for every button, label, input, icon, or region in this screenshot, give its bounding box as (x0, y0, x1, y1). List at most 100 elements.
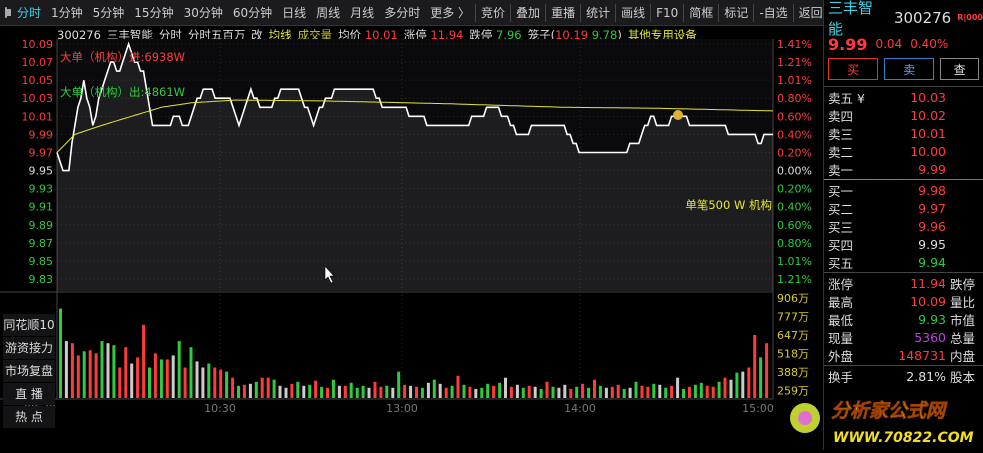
volume-bar (248, 383, 252, 398)
volume-bar (403, 384, 407, 398)
volume-bar (723, 377, 727, 398)
period-tab[interactable]: 分时 (12, 4, 46, 21)
panel-toggle-icon[interactable] (5, 7, 11, 18)
ask-row: 卖四 10.02 (824, 106, 983, 124)
volume-bar (474, 388, 478, 398)
volume-bar (242, 384, 246, 398)
toolbar-action[interactable]: 竞价 (476, 4, 510, 21)
stat-row: 外盘 148731 内盘 (824, 346, 983, 364)
price-tick: 10.03 (22, 92, 54, 105)
side-button[interactable]: 市场复盘 (3, 360, 55, 382)
pct-tick: 1.01% (777, 74, 812, 87)
volume-bar (201, 367, 205, 398)
time-tick: 15:00 (742, 402, 774, 415)
pct-tick: 1.01% (777, 255, 812, 268)
volume-bar (207, 363, 211, 398)
stat-label2: 总量 (950, 330, 976, 346)
price-tick: 9.85 (29, 255, 54, 268)
volume-bar (219, 369, 223, 398)
volume-bar (59, 308, 62, 398)
price-tick: 10.05 (22, 74, 54, 87)
ask-label: 卖四 (828, 108, 854, 124)
stat-label: 外盘 (828, 348, 854, 364)
toolbar-action[interactable]: -自选 (754, 4, 792, 21)
volume-bar (142, 324, 146, 398)
volume-bar (391, 387, 395, 398)
period-tab[interactable]: 日线 (277, 4, 311, 21)
volume-bar (183, 367, 187, 398)
volume-bar (130, 363, 134, 398)
side-button[interactable]: 直 播 (3, 383, 55, 405)
toolbar-action[interactable]: 统计 (581, 4, 615, 21)
ask-label: 卖二 (828, 144, 854, 160)
pct-tick: 0.60% (777, 219, 812, 232)
volume-bar (628, 387, 632, 398)
quote-panel: 三丰智能 300276 R|000 9.99 0.04 0.40% 买 卖 查 卖五 ¥… (823, 0, 983, 450)
stat-label: 现量 (828, 330, 854, 346)
volume-bar (409, 385, 413, 398)
toolbar-action[interactable]: 叠加 (511, 4, 545, 21)
volume-bar (545, 381, 549, 398)
volume-bar (729, 379, 733, 398)
bid-label: 买四 (828, 237, 854, 253)
pct-tick: 1.21% (777, 56, 812, 69)
period-tab[interactable]: 月线 (345, 4, 379, 21)
volume-bar (753, 335, 757, 398)
volume-bar (670, 385, 674, 398)
period-tab[interactable]: 15分钟 (129, 4, 178, 21)
volume-bar (349, 382, 353, 398)
side-button[interactable]: 热 点 (3, 406, 55, 428)
buy-button[interactable]: 买 (828, 58, 879, 80)
bid-value: 9.96 (918, 218, 946, 234)
pct-tick: 0.40% (777, 128, 812, 141)
query-button[interactable]: 查 (940, 58, 979, 80)
toolbar-action[interactable]: 标记 (719, 4, 753, 21)
sell-button[interactable]: 卖 (884, 58, 935, 80)
volume-bar (640, 385, 644, 398)
volume-bar (296, 381, 300, 398)
volume-bar (165, 359, 169, 398)
volume-bar (337, 385, 341, 398)
volume-bar (504, 377, 507, 398)
volume-bar (759, 357, 763, 398)
pct-tick: 0.20% (777, 146, 812, 159)
volume-tick: 777万 (777, 311, 809, 324)
volume-bar (213, 367, 217, 398)
volume-bar (195, 361, 199, 398)
quote-stock-code: 300276 (893, 8, 952, 27)
volume-bar (326, 387, 329, 398)
period-tab[interactable]: 60分钟 (228, 4, 277, 21)
volume-bar (100, 341, 104, 398)
volume-bar (450, 385, 454, 398)
volume-bar (290, 383, 294, 398)
volume-bar (70, 343, 74, 398)
period-toolbar: 分时 1分钟 5分钟 15分钟 30分钟 60分钟 日线 周线 月线 多分时 更多 〉竞价 叠加 重播统… (0, 0, 823, 26)
period-tab[interactable]: 更多 〉 (425, 4, 475, 21)
toolbar-action[interactable]: F10 (651, 6, 683, 20)
volume-bar (64, 341, 68, 398)
period-tab[interactable]: 周线 (311, 4, 345, 21)
volume-bar (260, 377, 264, 398)
time-tick: 13:00 (386, 402, 418, 415)
volume-bar (94, 353, 98, 398)
volume-bar (527, 385, 531, 398)
volume-bar (676, 377, 680, 398)
price-tick: 9.91 (29, 201, 54, 214)
side-button[interactable]: 同花顺10 (3, 314, 55, 336)
volume-bar (237, 385, 240, 398)
intraday-chart[interactable]: 10.09 10.07 10.05 10.03 10.01 9.99 9.97 9.95 9.9… (0, 26, 823, 450)
single-order-label: 单笔500 W 机构 (685, 198, 772, 212)
volume-bar (124, 347, 128, 398)
volume-bar (551, 386, 555, 398)
toolbar-action[interactable]: 画线 (616, 4, 650, 21)
period-tab[interactable]: 1分钟 (46, 4, 88, 21)
period-tab[interactable]: 30分钟 (179, 4, 228, 21)
volume-bar (82, 351, 86, 398)
period-tab[interactable]: 5分钟 (88, 4, 130, 21)
money-bag-icon[interactable] (673, 110, 683, 120)
toolbar-action[interactable]: 重播 (546, 4, 580, 21)
toolbar-action[interactable]: 简框 (684, 4, 718, 21)
side-button[interactable]: 游资接力 (3, 337, 55, 359)
period-tab[interactable]: 多分时 (379, 4, 425, 21)
bid-label: 买二 (828, 201, 854, 217)
